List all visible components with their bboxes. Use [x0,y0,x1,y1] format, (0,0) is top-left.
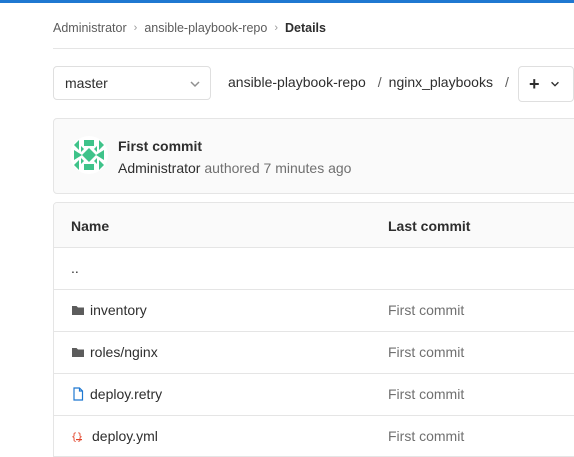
table-row[interactable]: deploy.retry First commit [54,373,574,416]
breadcrumb-repo[interactable]: ansible-playbook-repo [144,21,267,35]
add-file-button[interactable]: + [518,66,574,102]
avatar[interactable] [70,136,108,174]
chevron-right-icon: › [133,22,138,34]
yaml-file-icon: {} [71,432,83,443]
branch-name: master [65,75,108,91]
repo-path: ansible-playbook-repo / nginx_playbooks … [228,74,516,90]
branch-selector[interactable]: master [53,66,211,100]
table-row-parent[interactable]: .. [54,247,574,290]
path-repo-link[interactable]: ansible-playbook-repo [228,74,366,90]
file-tree-table: Name Last commit .. inventory First comm… [53,202,574,457]
file-icon [73,387,84,401]
breadcrumb-administrator[interactable]: Administrator [53,21,127,35]
file-name[interactable]: roles/nginx [90,344,158,360]
breadcrumb: Administrator › ansible-playbook-repo › … [53,18,326,38]
top-accent-bar [0,0,574,3]
svg-text:{}: {} [71,432,83,443]
chevron-right-icon: › [274,22,278,34]
path-separator: / [377,74,382,90]
folder-icon [72,306,84,315]
column-header-last-commit: Last commit [388,218,471,234]
table-header: Name Last commit [54,203,574,248]
header-divider [53,48,574,49]
path-folder-link[interactable]: nginx_playbooks [389,74,493,90]
file-name[interactable]: deploy.yml [92,428,158,444]
table-row[interactable]: roles/nginx First commit [54,331,574,374]
table-row[interactable]: {} deploy.yml First commit [54,415,574,456]
parent-directory-link[interactable]: .. [71,260,79,276]
last-commit-panel: First commit Administrator authored 7 mi… [53,118,574,194]
file-name[interactable]: inventory [90,302,147,318]
commit-time: authored 7 minutes ago [204,160,352,176]
plus-icon: + [529,74,540,94]
commit-author[interactable]: Administrator [118,160,200,176]
commit-title[interactable]: First commit [118,138,202,154]
file-last-commit[interactable]: First commit [388,302,464,318]
chevron-down-icon [550,81,559,87]
table-row[interactable]: inventory First commit [54,289,574,332]
commit-meta: Administrator authored 7 minutes ago [118,160,351,176]
column-header-name: Name [71,218,110,234]
file-last-commit[interactable]: First commit [388,386,464,402]
chevron-down-icon [190,81,200,88]
folder-icon [72,348,84,357]
file-name[interactable]: deploy.retry [90,386,162,402]
identicon-icon [74,140,104,170]
file-last-commit[interactable]: First commit [388,344,464,360]
breadcrumb-current[interactable]: Details [285,21,326,35]
file-last-commit[interactable]: First commit [388,428,464,444]
path-separator: / [504,74,509,90]
